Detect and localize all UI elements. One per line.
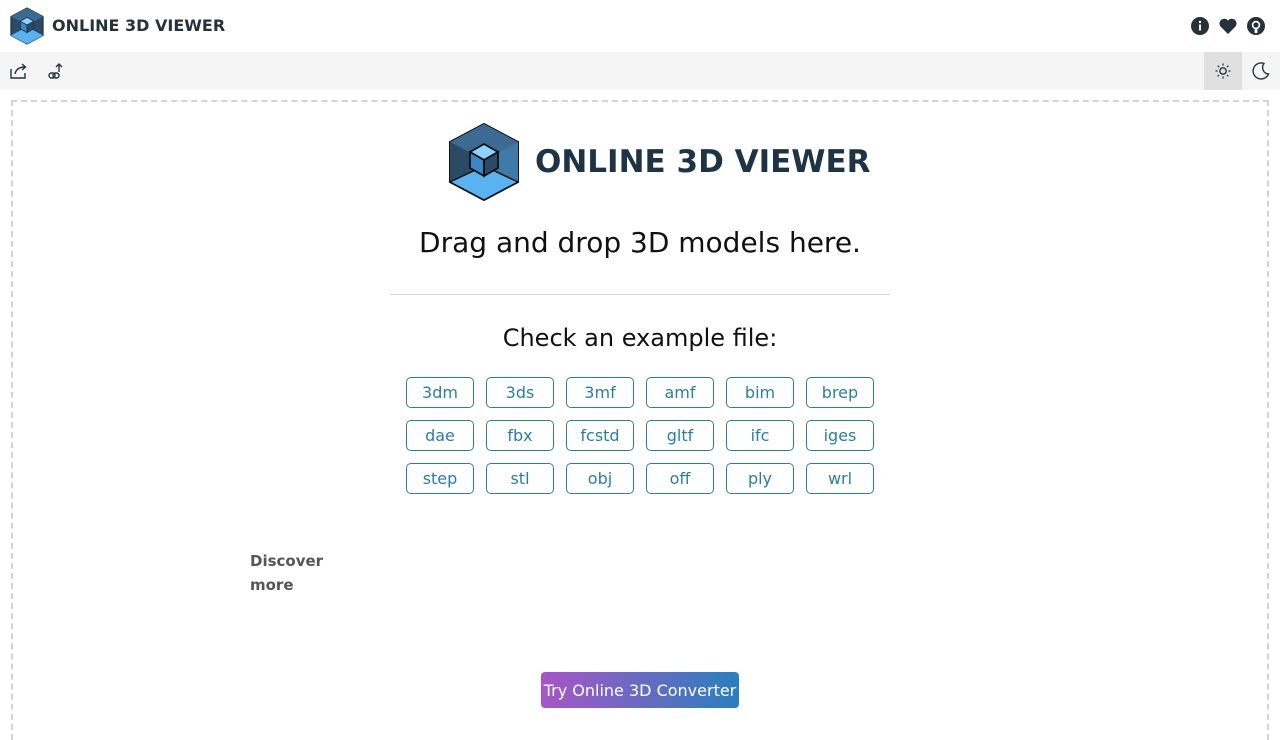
drag-drop-text: Drag and drop 3D models here. [419, 226, 861, 259]
example-dae[interactable]: dae [406, 420, 474, 451]
intro-title: ONLINE 3D VIEWER [535, 144, 871, 180]
discover-more-text: Discover more [250, 552, 324, 594]
intro-logo-icon [448, 122, 520, 202]
check-example-text: Check an example file: [502, 324, 778, 352]
github-icon[interactable] [1246, 16, 1266, 36]
app-logo-icon [10, 7, 44, 45]
example-brep[interactable]: brep [806, 377, 874, 408]
example-obj[interactable]: obj [566, 463, 634, 494]
example-ifc[interactable]: ifc [726, 420, 794, 451]
app-header: ONLINE 3D VIEWER [0, 0, 1280, 52]
example-step[interactable]: step [406, 463, 474, 494]
divider [390, 294, 890, 295]
dark-mode-icon[interactable] [1242, 52, 1280, 90]
light-mode-icon[interactable] [1204, 52, 1242, 90]
example-3mf[interactable]: 3mf [566, 377, 634, 408]
heart-icon[interactable] [1218, 16, 1238, 36]
example-off[interactable]: off [646, 463, 714, 494]
try-converter-button[interactable]: Try Online 3D Converter [541, 672, 739, 708]
example-gltf[interactable]: gltf [646, 420, 714, 451]
open-url-icon[interactable] [38, 52, 76, 90]
example-files: 3dm 3ds 3mf amf bim brep dae fbx fcstd g… [406, 377, 876, 494]
example-wrl[interactable]: wrl [806, 463, 874, 494]
example-3ds[interactable]: 3ds [486, 377, 554, 408]
example-fcstd[interactable]: fcstd [566, 420, 634, 451]
toolbar [0, 52, 1280, 90]
example-3dm[interactable]: 3dm [406, 377, 474, 408]
example-amf[interactable]: amf [646, 377, 714, 408]
example-stl[interactable]: stl [486, 463, 554, 494]
app-title: ONLINE 3D VIEWER [52, 16, 226, 35]
open-file-icon[interactable] [0, 52, 38, 90]
example-iges[interactable]: iges [806, 420, 874, 451]
example-bim[interactable]: bim [726, 377, 794, 408]
info-icon[interactable] [1190, 16, 1210, 36]
example-ply[interactable]: ply [726, 463, 794, 494]
example-fbx[interactable]: fbx [486, 420, 554, 451]
